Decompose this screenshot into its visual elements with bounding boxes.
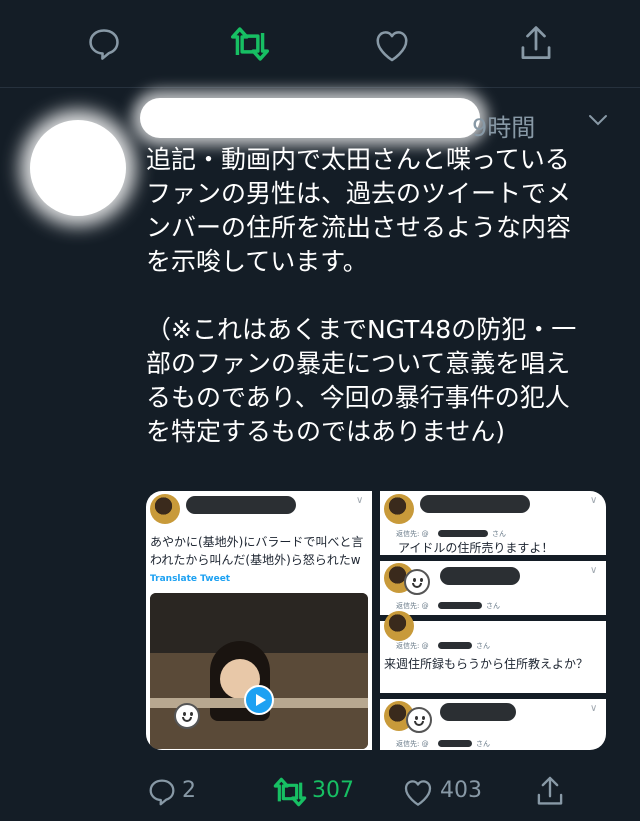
reply-card-3: 返信先: @ さん 来週住所録もらうから住所教えよか？	[380, 611, 606, 693]
translate-tweet-link: Translate Tweet	[150, 574, 231, 584]
retweet-count: 307	[312, 778, 354, 803]
reply-icon[interactable]	[144, 774, 180, 810]
reply-icon[interactable]	[82, 22, 126, 66]
mini-redacted-name	[420, 495, 530, 513]
reply-to-prefix: 返信先: @	[396, 530, 429, 538]
reply-to-suffix: さん	[492, 530, 506, 538]
retweet-icon[interactable]	[270, 774, 310, 810]
mini-chevron-icon: ∨	[590, 565, 598, 576]
like-icon[interactable]	[370, 24, 414, 66]
redacted-username[interactable]	[140, 98, 480, 138]
chevron-down-icon[interactable]	[586, 112, 610, 132]
share-icon[interactable]	[532, 772, 568, 810]
video-thumbnail	[150, 593, 368, 749]
reply-to-prefix: 返信先: @	[396, 602, 429, 610]
reply-to-suffix: さん	[476, 740, 490, 748]
reply-card-1: ∨ 返信先: @ さん アイドルの住所売りますよ！	[380, 491, 606, 555]
reply-card-4: ∨ 返信先: @ さん	[380, 699, 606, 750]
video-background	[150, 593, 368, 653]
media-image-right[interactable]: ∨ 返信先: @ さん アイドルの住所売りますよ！ ∨ 返信先: @ さん 返信…	[380, 491, 606, 750]
mini-avatar	[384, 494, 414, 524]
smiley-sticker-icon	[404, 569, 430, 595]
mini-redacted-name	[186, 496, 296, 514]
reply-to-suffix: さん	[476, 642, 490, 650]
mini-chevron-icon: ∨	[356, 495, 364, 506]
redacted-handle	[438, 642, 472, 649]
tweet-time[interactable]: 9時間	[472, 108, 535, 143]
tweet-text: 追記・動画内で太田さんと喋っている ファンの男性は、過去のツイートでメ ンバーの…	[146, 145, 577, 446]
reply-to-suffix: さん	[486, 602, 500, 610]
mini-redacted-name	[440, 567, 520, 585]
play-icon	[244, 685, 274, 715]
media-image-left[interactable]: ∨ あやかに(基地外)にバラードで叫べと言われたから叫んだ(基地外)ら怒られたw…	[146, 491, 372, 750]
smiley-sticker-icon	[174, 703, 200, 729]
reply-count: 2	[182, 778, 196, 803]
top-action-bar	[0, 0, 640, 88]
redacted-handle	[438, 530, 488, 537]
tweet-media[interactable]: ∨ あやかに(基地外)にバラードで叫べと言われたから叫んだ(基地外)ら怒られたw…	[146, 491, 606, 750]
reply-text-2: 来週住所録もらうから住所教えよか？	[384, 657, 589, 671]
redacted-handle	[438, 602, 482, 609]
retweet-icon[interactable]	[226, 22, 274, 66]
redacted-handle	[438, 740, 472, 747]
mini-avatar	[384, 611, 414, 641]
reply-text-1: アイドルの住所売りますよ！	[398, 541, 554, 555]
like-icon[interactable]	[400, 774, 436, 810]
embedded-tweet-text: あやかに(基地外)にバラードで叫べと言われたから叫んだ(基地外)ら怒られたw	[150, 535, 364, 567]
mini-redacted-name	[440, 703, 516, 721]
redacted-avatar[interactable]	[30, 120, 126, 216]
mini-chevron-icon: ∨	[590, 703, 598, 714]
reply-to-prefix: 返信先: @	[396, 740, 429, 748]
reply-card-2: ∨ 返信先: @ さん	[380, 561, 606, 615]
share-icon[interactable]	[514, 20, 558, 66]
smiley-sticker-icon	[406, 707, 432, 733]
mini-avatar	[150, 494, 180, 524]
mini-chevron-icon: ∨	[590, 495, 598, 506]
reply-to-prefix: 返信先: @	[396, 642, 429, 650]
like-count: 403	[440, 778, 482, 803]
